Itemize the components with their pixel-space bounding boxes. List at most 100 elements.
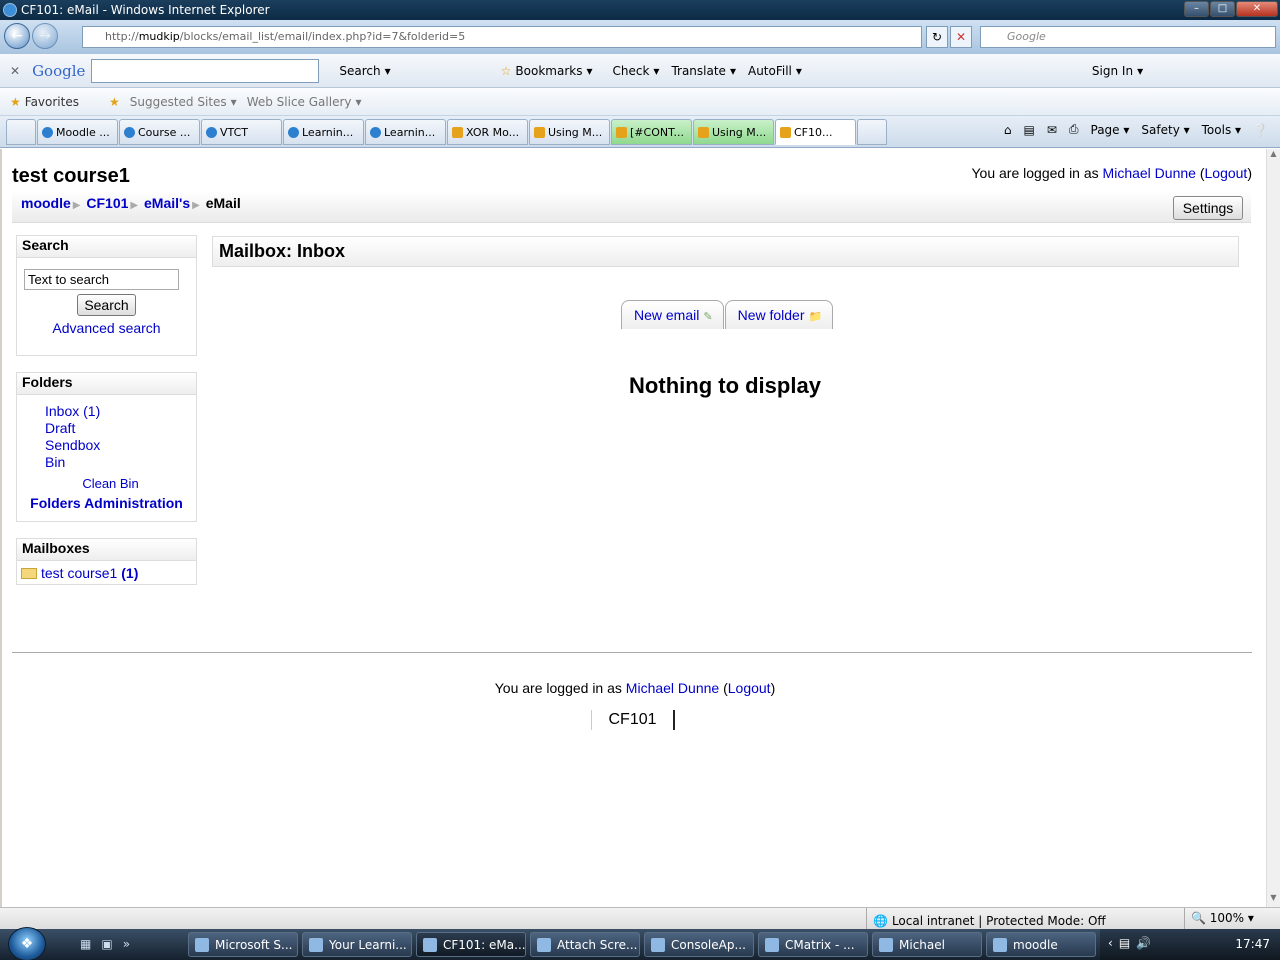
- back-button[interactable]: ←: [4, 23, 30, 49]
- task-attach-screen[interactable]: Attach Scre...: [530, 932, 640, 957]
- ie-icon: [3, 3, 17, 17]
- folder-inbox[interactable]: Inbox (1): [45, 403, 100, 419]
- task-cmatrix[interactable]: CMatrix - ...: [758, 932, 868, 957]
- tab-xor[interactable]: XOR Mo...: [447, 119, 528, 145]
- favorites-button[interactable]: ★ Favorites: [10, 95, 79, 109]
- feeds-icon[interactable]: ▤: [1023, 123, 1034, 137]
- task-moodle[interactable]: moodle: [986, 932, 1096, 957]
- task-michael[interactable]: Michael: [872, 932, 982, 957]
- close-toolbar-icon[interactable]: ✕: [10, 64, 20, 78]
- web-slice-gallery-link[interactable]: Web Slice Gallery ▾: [247, 95, 362, 109]
- scroll-up-icon[interactable]: ▲: [1267, 149, 1280, 163]
- search-text-input[interactable]: Text to search: [24, 269, 179, 290]
- toolbar-autofill-button[interactable]: AutoFill ▾: [748, 64, 802, 78]
- google-logo: Google: [32, 61, 86, 80]
- breadcrumb-emails[interactable]: eMail's: [144, 195, 190, 211]
- mail-icon[interactable]: ✉: [1047, 123, 1057, 137]
- toolbar-signin-button[interactable]: Sign In ▾: [1092, 64, 1143, 78]
- favorites-star-icon: ★: [10, 94, 21, 109]
- user-link[interactable]: Michael Dunne: [1103, 165, 1196, 181]
- start-button[interactable]: ❖: [8, 927, 46, 960]
- google-search-input[interactable]: [91, 58, 320, 83]
- tools-menu-label: Tools: [1201, 122, 1232, 137]
- footer-user-link[interactable]: Michael Dunne: [626, 680, 719, 696]
- new-tab-button[interactable]: [857, 119, 887, 145]
- mailbox-item[interactable]: test course1 (1): [21, 565, 192, 581]
- bookmarks-label: Bookmarks: [515, 63, 583, 78]
- breadcrumb-current: eMail: [205, 195, 241, 211]
- tab-moodle[interactable]: Moodle ...: [37, 119, 118, 145]
- breadcrumb-cf101[interactable]: CF101: [86, 195, 128, 211]
- tab-cf101[interactable]: CF10...: [775, 119, 856, 145]
- page-menu-label: Page: [1090, 122, 1120, 137]
- logout-link[interactable]: Logout: [1205, 165, 1248, 181]
- folder-draft[interactable]: Draft: [45, 420, 75, 436]
- print-icon[interactable]: ⎙: [1069, 122, 1079, 137]
- advanced-search-link[interactable]: Advanced search: [21, 320, 192, 336]
- folder-sendbox[interactable]: Sendbox: [45, 437, 100, 453]
- quick-launch-more-icon[interactable]: »: [123, 937, 130, 951]
- home-icon[interactable]: ⌂: [1004, 123, 1012, 137]
- toolbar-check-button[interactable]: Check ▾: [613, 64, 660, 78]
- tab-using-1[interactable]: Using M...: [529, 119, 610, 145]
- vertical-scrollbar[interactable]: ▲ ▼: [1266, 149, 1280, 907]
- search-button[interactable]: Search: [77, 294, 136, 316]
- task-cf101-email[interactable]: CF101: eMa...: [416, 932, 526, 957]
- show-desktop-icon[interactable]: ▦: [80, 937, 91, 951]
- clean-bin-link[interactable]: Clean Bin: [21, 476, 192, 491]
- zone-label: Local intranet | Protected Mode: Off: [891, 913, 1106, 928]
- tab-cont[interactable]: [#CONT...: [611, 119, 692, 145]
- settings-button[interactable]: Settings: [1173, 196, 1243, 220]
- stop-icon[interactable]: ✕: [950, 26, 972, 48]
- close-button[interactable]: ✕: [1236, 1, 1278, 17]
- refresh-icon[interactable]: ↻: [926, 26, 948, 48]
- autofill-label: AutoFill: [747, 63, 792, 78]
- safety-menu[interactable]: Safety ▾: [1141, 123, 1189, 137]
- suggested-sites-label: Suggested Sites: [129, 94, 227, 109]
- course-title: test course1: [12, 165, 130, 187]
- suggested-sites-link[interactable]: Suggested Sites ▾: [130, 95, 237, 109]
- toolbar-search-button[interactable]: Search ▾: [339, 64, 390, 78]
- network-icon[interactable]: ▤: [1119, 936, 1130, 960]
- task-your-learning[interactable]: Your Learni...: [302, 932, 412, 957]
- task-consoleapp[interactable]: ConsoleAp...: [644, 932, 754, 957]
- volume-icon[interactable]: 🔊: [1136, 936, 1151, 960]
- search-box[interactable]: Google: [980, 26, 1276, 48]
- new-folder-link[interactable]: New folder: [738, 307, 805, 323]
- window-controls: – □ ✕: [1184, 1, 1278, 17]
- new-folder-tab[interactable]: New folder 📁: [724, 300, 834, 329]
- new-email-tab[interactable]: New email ✎: [621, 300, 724, 329]
- tools-menu[interactable]: Tools ▾: [1202, 123, 1241, 137]
- star-icon: ☆: [500, 63, 512, 78]
- tray-expand-icon[interactable]: ‹: [1108, 936, 1113, 960]
- footer-logout-link[interactable]: Logout: [728, 680, 771, 696]
- footer-course-link[interactable]: CF101: [591, 710, 675, 730]
- breadcrumb-moodle[interactable]: moodle: [21, 195, 71, 211]
- add-favorite-icon[interactable]: ★: [109, 95, 120, 109]
- toolbar-translate-button[interactable]: Translate ▾: [671, 64, 736, 78]
- zoom-control[interactable]: 🔍 100% ▾: [1184, 908, 1254, 930]
- tab-using-2[interactable]: Using M...: [693, 119, 774, 145]
- maximize-button[interactable]: □: [1210, 1, 1235, 17]
- tab-vtct[interactable]: VTCT: [201, 119, 282, 145]
- switch-windows-icon[interactable]: ▣: [101, 937, 112, 951]
- folder-bin[interactable]: Bin: [45, 454, 65, 470]
- folders-administration-link[interactable]: Folders Administration: [21, 495, 192, 511]
- footer-login-prefix: You are logged in as: [494, 680, 622, 696]
- toolbar-bookmarks-button[interactable]: ☆ Bookmarks ▾: [501, 64, 593, 78]
- scroll-down-icon[interactable]: ▼: [1267, 893, 1280, 907]
- task-microsoft[interactable]: Microsoft S...: [188, 932, 298, 957]
- new-email-link[interactable]: New email: [634, 307, 699, 323]
- minimize-button[interactable]: –: [1184, 1, 1209, 17]
- forward-button[interactable]: →: [32, 23, 58, 49]
- help-icon[interactable]: ❔: [1253, 123, 1268, 137]
- mailboxes-block: Mailboxes test course1 (1): [16, 538, 197, 585]
- tab-learning-2[interactable]: Learnin...: [365, 119, 446, 145]
- address-bar[interactable]: http://mudkip/blocks/email_list/email/in…: [82, 26, 922, 48]
- page-menu[interactable]: Page ▾: [1091, 123, 1130, 137]
- tab-course[interactable]: Course ...: [119, 119, 200, 145]
- clock[interactable]: 17:47: [1235, 937, 1270, 951]
- mailbox-link[interactable]: test course1: [41, 565, 117, 581]
- tab-learning-1[interactable]: Learnin...: [283, 119, 364, 145]
- quick-tabs-button[interactable]: [6, 119, 36, 145]
